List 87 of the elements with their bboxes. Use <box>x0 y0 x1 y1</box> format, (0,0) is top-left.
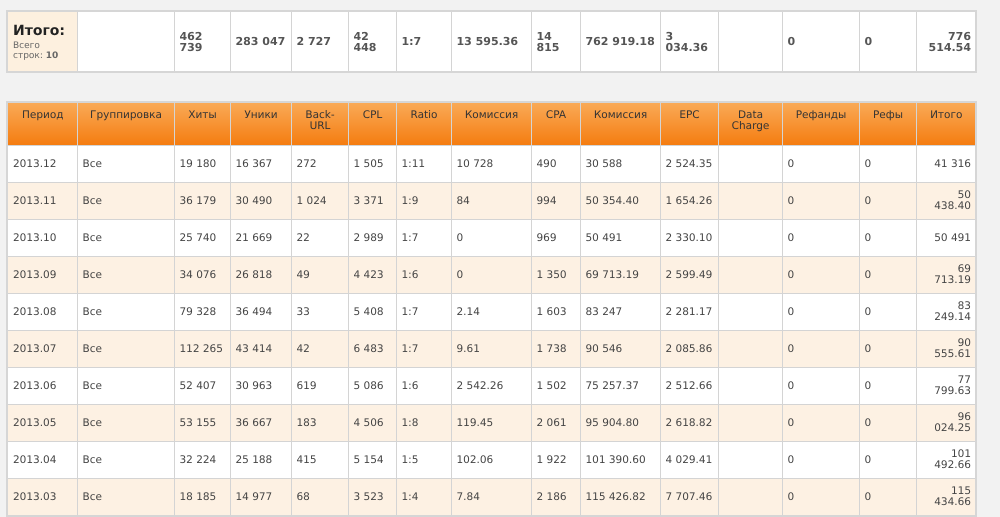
column-header: CPL <box>348 102 396 146</box>
column-header: Рефы <box>859 102 916 146</box>
table-cell: Все <box>77 182 174 220</box>
table-cell: 26 818 <box>230 256 291 294</box>
table-cell: 0 <box>782 182 859 220</box>
table-cell: 2 599.49 <box>660 256 718 294</box>
table-cell: 0 <box>859 256 916 294</box>
table-cell: 4 423 <box>348 256 396 294</box>
column-header: Ratio <box>396 102 451 146</box>
table-cell: Все <box>77 256 174 294</box>
table-cell: 49 <box>291 256 348 294</box>
column-header: CPA <box>531 102 580 146</box>
table-cell: 0 <box>782 478 859 516</box>
column-header: Комиссия <box>580 102 660 146</box>
column-header: Хиты <box>174 102 230 146</box>
table-cell: 0 <box>451 256 531 294</box>
column-header: Back-URL <box>291 102 348 146</box>
table-cell: 50 438.40 <box>916 182 976 220</box>
table-cell: 18 185 <box>174 478 230 516</box>
column-header: Итого <box>916 102 976 146</box>
table-cell: 42 <box>291 330 348 368</box>
summary-title: Итого: <box>13 22 66 38</box>
table-cell: 1:8 <box>396 404 451 442</box>
table-cell: 0 <box>859 330 916 368</box>
table-cell: 1:6 <box>396 256 451 294</box>
table-cell: 112 265 <box>174 330 230 368</box>
table-cell: 84 <box>451 182 531 220</box>
table-cell: 90 546 <box>580 330 660 368</box>
table-cell: 7 707.46 <box>660 478 718 516</box>
table-cell: 1:7 <box>396 330 451 368</box>
table-cell: 2 061 <box>531 404 580 442</box>
table-cell: 0 <box>859 404 916 442</box>
table-cell: 9.61 <box>451 330 531 368</box>
table-cell: 0 <box>782 330 859 368</box>
table-cell: 183 <box>291 404 348 442</box>
table-cell: 994 <box>531 182 580 220</box>
table-cell: 14 977 <box>230 478 291 516</box>
table-cell: 1 024 <box>291 182 348 220</box>
table-cell: 1:4 <box>396 478 451 516</box>
table-cell: 2013.09 <box>7 256 77 294</box>
table-cell: 2 085.86 <box>660 330 718 368</box>
column-header: Группировка <box>77 102 174 146</box>
table-cell: 2013.05 <box>7 404 77 442</box>
table-cell: 7.84 <box>451 478 531 516</box>
table-cell: 36 179 <box>174 182 230 220</box>
table-cell: 0 <box>782 404 859 442</box>
table-cell: 3 523 <box>348 478 396 516</box>
table-cell: 0 <box>782 256 859 294</box>
table-cell: 95 904.80 <box>580 404 660 442</box>
table-cell: 53 155 <box>174 404 230 442</box>
row-count-text: Всего строк: 10 <box>13 40 60 60</box>
column-header: Уники <box>230 102 291 146</box>
table-cell: 43 414 <box>230 330 291 368</box>
table-cell: 2 618.82 <box>660 404 718 442</box>
table-cell: Все <box>77 478 174 516</box>
table-cell: 115 434.66 <box>916 478 976 516</box>
table-cell: 34 076 <box>174 256 230 294</box>
table-cell: 2013.11 <box>7 182 77 220</box>
column-header: Период <box>7 102 77 146</box>
table-cell: 2013.07 <box>7 330 77 368</box>
table-cell: 30 490 <box>230 182 291 220</box>
table-cell: 69 713.19 <box>916 256 976 294</box>
table-cell: 90 555.61 <box>916 330 976 368</box>
table-cell: 1:9 <box>396 182 451 220</box>
table-cell: 4 506 <box>348 404 396 442</box>
column-header: Рефанды <box>782 102 859 146</box>
column-header: Data Charge <box>718 102 782 146</box>
table-cell: Все <box>77 330 174 368</box>
table-cell: 119.45 <box>451 404 531 442</box>
table-cell: 2 186 <box>531 478 580 516</box>
table-cell: 1 350 <box>531 256 580 294</box>
column-header: EPC <box>660 102 718 146</box>
table-cell: 69 713.19 <box>580 256 660 294</box>
table-cell: 1 654.26 <box>660 182 718 220</box>
table-cell: 1 738 <box>531 330 580 368</box>
table-cell: 115 426.82 <box>580 478 660 516</box>
table-cell: 2013.03 <box>7 478 77 516</box>
table-cell: 6 483 <box>348 330 396 368</box>
column-header: Комиссия <box>451 102 531 146</box>
table-cell: Все <box>77 404 174 442</box>
table-cell: 68 <box>291 478 348 516</box>
table-cell: 0 <box>859 478 916 516</box>
table-cell: 0 <box>859 182 916 220</box>
table-cell: 36 667 <box>230 404 291 442</box>
table-cell: 3 371 <box>348 182 396 220</box>
table-cell: 96 024.25 <box>916 404 976 442</box>
table-cell: 50 354.40 <box>580 182 660 220</box>
